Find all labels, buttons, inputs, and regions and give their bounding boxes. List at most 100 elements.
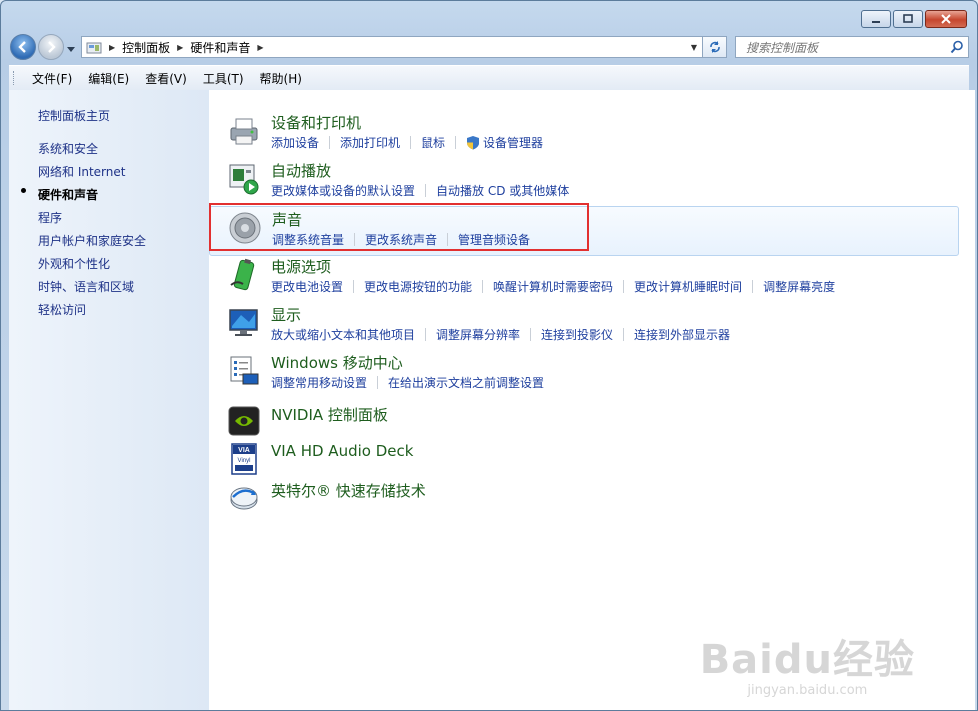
sidebar-item-appearance[interactable]: 外观和个性化 bbox=[38, 255, 110, 272]
category-autoplay: 自动播放 更改媒体或设备的默认设置 自动播放 CD 或其他媒体 bbox=[223, 156, 963, 206]
category-title[interactable]: NVIDIA 控制面板 bbox=[271, 404, 388, 425]
navigation-bar: ▶ 控制面板 ▶ 硬件和声音 ▶ ▼ bbox=[9, 34, 969, 60]
control-panel-window: ▶ 控制面板 ▶ 硬件和声音 ▶ ▼ 文件(F) 编辑(E) 查看(V) 工具(… bbox=[0, 0, 978, 711]
watermark: Baidu经验 jingyan.baidu.com bbox=[700, 627, 915, 698]
menu-view[interactable]: 查看(V) bbox=[137, 68, 195, 89]
link-presentation-settings[interactable]: 在给出演示文档之前调整设置 bbox=[388, 374, 544, 391]
close-button[interactable] bbox=[925, 10, 967, 28]
active-bullet-icon bbox=[21, 188, 26, 193]
menu-bar: 文件(F) 编辑(E) 查看(V) 工具(T) 帮助(H) bbox=[9, 65, 969, 91]
sidebar-home[interactable]: 控制面板主页 bbox=[38, 107, 110, 124]
category-links: 调整系统音量 更改系统声音 管理音频设备 bbox=[272, 231, 530, 248]
printer-icon[interactable] bbox=[227, 114, 261, 148]
minimize-icon bbox=[872, 21, 880, 23]
category-links: 放大或缩小文本和其他项目 调整屏幕分辨率 连接到投影仪 连接到外部显示器 bbox=[271, 326, 730, 343]
category-title[interactable]: Windows 移动中心 bbox=[271, 352, 403, 373]
menu-edit[interactable]: 编辑(E) bbox=[80, 68, 137, 89]
link-power-button[interactable]: 更改电源按钮的功能 bbox=[364, 278, 472, 295]
back-arrow-icon bbox=[18, 41, 26, 53]
category-nvidia: NVIDIA 控制面板 bbox=[223, 398, 963, 438]
sidebar-item-ease-of-access[interactable]: 轻松访问 bbox=[38, 301, 86, 318]
category-title[interactable]: 显示 bbox=[271, 304, 301, 325]
via-audio-icon[interactable]: VIA Vinyl bbox=[227, 442, 261, 476]
link-change-media-defaults[interactable]: 更改媒体或设备的默认设置 bbox=[271, 182, 415, 199]
link-manage-audio-devices[interactable]: 管理音频设备 bbox=[458, 231, 530, 248]
menu-tools[interactable]: 工具(T) bbox=[195, 68, 252, 89]
recent-pages-dropdown[interactable] bbox=[67, 42, 75, 56]
link-external-display[interactable]: 连接到外部显示器 bbox=[634, 326, 730, 343]
breadcrumb-control-panel[interactable]: 控制面板 bbox=[118, 37, 174, 57]
intel-storage-icon[interactable] bbox=[227, 480, 261, 514]
nvidia-icon[interactable] bbox=[227, 404, 261, 438]
watermark-url: jingyan.baidu.com bbox=[747, 683, 868, 698]
monitor-icon[interactable] bbox=[227, 306, 261, 340]
category-title[interactable]: 设备和打印机 bbox=[271, 112, 361, 133]
chevron-down-icon bbox=[67, 47, 75, 52]
link-mobility-settings[interactable]: 调整常用移动设置 bbox=[271, 374, 367, 391]
link-separator bbox=[447, 233, 449, 246]
mobility-center-icon[interactable] bbox=[227, 354, 261, 388]
sidebar-item-system-security[interactable]: 系统和安全 bbox=[38, 140, 98, 157]
link-separator bbox=[377, 376, 379, 389]
link-change-system-sounds[interactable]: 更改系统声音 bbox=[365, 231, 437, 248]
link-brightness[interactable]: 调整屏幕亮度 bbox=[763, 278, 835, 295]
main-content: 设备和打印机 添加设备 添加打印机 鼠标 设备管理器 自动播放 更改媒体或设备的… bbox=[209, 90, 975, 710]
category-links: 更改电池设置 更改电源按钮的功能 唤醒计算机时需要密码 更改计算机睡眠时间 调整… bbox=[271, 278, 835, 295]
speaker-icon[interactable] bbox=[228, 211, 262, 245]
breadcrumb-hardware-sound[interactable]: 硬件和声音 bbox=[186, 37, 254, 57]
link-autoplay-cd[interactable]: 自动播放 CD 或其他媒体 bbox=[436, 182, 569, 199]
link-add-printer[interactable]: 添加打印机 bbox=[340, 134, 400, 151]
back-button[interactable] bbox=[10, 34, 36, 60]
forward-button[interactable] bbox=[38, 34, 64, 60]
sidebar-item-clock-region[interactable]: 时钟、语言和区域 bbox=[38, 278, 134, 295]
address-bar[interactable]: ▶ 控制面板 ▶ 硬件和声音 ▶ ▼ bbox=[81, 36, 703, 58]
category-title[interactable]: 电源选项 bbox=[271, 256, 331, 277]
svg-text:Vinyl: Vinyl bbox=[238, 458, 251, 464]
category-links: 更改媒体或设备的默认设置 自动播放 CD 或其他媒体 bbox=[271, 182, 569, 199]
link-separator bbox=[425, 328, 427, 341]
category-display: 显示 放大或缩小文本和其他项目 调整屏幕分辨率 连接到投影仪 连接到外部显示器 bbox=[223, 300, 963, 350]
category-title[interactable]: 英特尔® 快速存储技术 bbox=[271, 480, 426, 501]
link-device-manager[interactable]: 设备管理器 bbox=[483, 134, 543, 151]
menu-help[interactable]: 帮助(H) bbox=[252, 68, 310, 89]
watermark-brand: Baidu经验 bbox=[699, 637, 915, 683]
refresh-button[interactable] bbox=[703, 36, 727, 58]
category-title[interactable]: 自动播放 bbox=[271, 160, 331, 181]
navigation-sidebar: 控制面板主页 系统和安全 网络和 Internet 硬件和声音 程序 用户帐户和… bbox=[9, 90, 209, 710]
sidebar-item-network[interactable]: 网络和 Internet bbox=[38, 163, 125, 180]
autoplay-icon[interactable] bbox=[227, 162, 261, 196]
address-dropdown-icon[interactable]: ▼ bbox=[686, 43, 702, 52]
search-input[interactable] bbox=[744, 38, 948, 58]
category-title[interactable]: 声音 bbox=[272, 209, 302, 230]
link-screen-resolution[interactable]: 调整屏幕分辨率 bbox=[436, 326, 520, 343]
search-box[interactable] bbox=[735, 36, 969, 58]
link-connect-projector[interactable]: 连接到投影仪 bbox=[541, 326, 613, 343]
category-title[interactable]: VIA HD Audio Deck bbox=[271, 442, 413, 460]
category-devices-printers: 设备和打印机 添加设备 添加打印机 鼠标 设备管理器 bbox=[223, 108, 963, 158]
link-wake-password[interactable]: 唤醒计算机时需要密码 bbox=[493, 278, 613, 295]
link-battery-settings[interactable]: 更改电池设置 bbox=[271, 278, 343, 295]
maximize-button[interactable] bbox=[893, 10, 923, 28]
search-icon[interactable] bbox=[950, 40, 964, 57]
category-links: 调整常用移动设置 在给出演示文档之前调整设置 bbox=[271, 374, 544, 391]
battery-icon[interactable] bbox=[227, 258, 261, 292]
link-adjust-volume[interactable]: 调整系统音量 bbox=[272, 231, 344, 248]
link-separator bbox=[623, 328, 625, 341]
link-add-device[interactable]: 添加设备 bbox=[271, 134, 319, 151]
menu-file[interactable]: 文件(F) bbox=[24, 68, 80, 89]
sidebar-item-programs[interactable]: 程序 bbox=[38, 209, 62, 226]
link-sleep-time[interactable]: 更改计算机睡眠时间 bbox=[634, 278, 742, 295]
breadcrumb-separator-icon[interactable]: ▶ bbox=[254, 43, 266, 52]
breadcrumb-separator-icon[interactable]: ▶ bbox=[174, 43, 186, 52]
link-separator bbox=[410, 136, 412, 149]
close-icon bbox=[941, 14, 951, 24]
link-separator bbox=[530, 328, 532, 341]
maximize-icon bbox=[903, 14, 913, 23]
breadcrumb-separator-icon[interactable]: ▶ bbox=[106, 43, 118, 52]
category-intel-storage: 英特尔® 快速存储技术 bbox=[223, 474, 963, 514]
link-text-size[interactable]: 放大或缩小文本和其他项目 bbox=[271, 326, 415, 343]
link-mouse[interactable]: 鼠标 bbox=[421, 134, 445, 151]
menu-grip bbox=[13, 71, 18, 85]
minimize-button[interactable] bbox=[861, 10, 891, 28]
sidebar-item-user-accounts[interactable]: 用户帐户和家庭安全 bbox=[38, 232, 146, 249]
